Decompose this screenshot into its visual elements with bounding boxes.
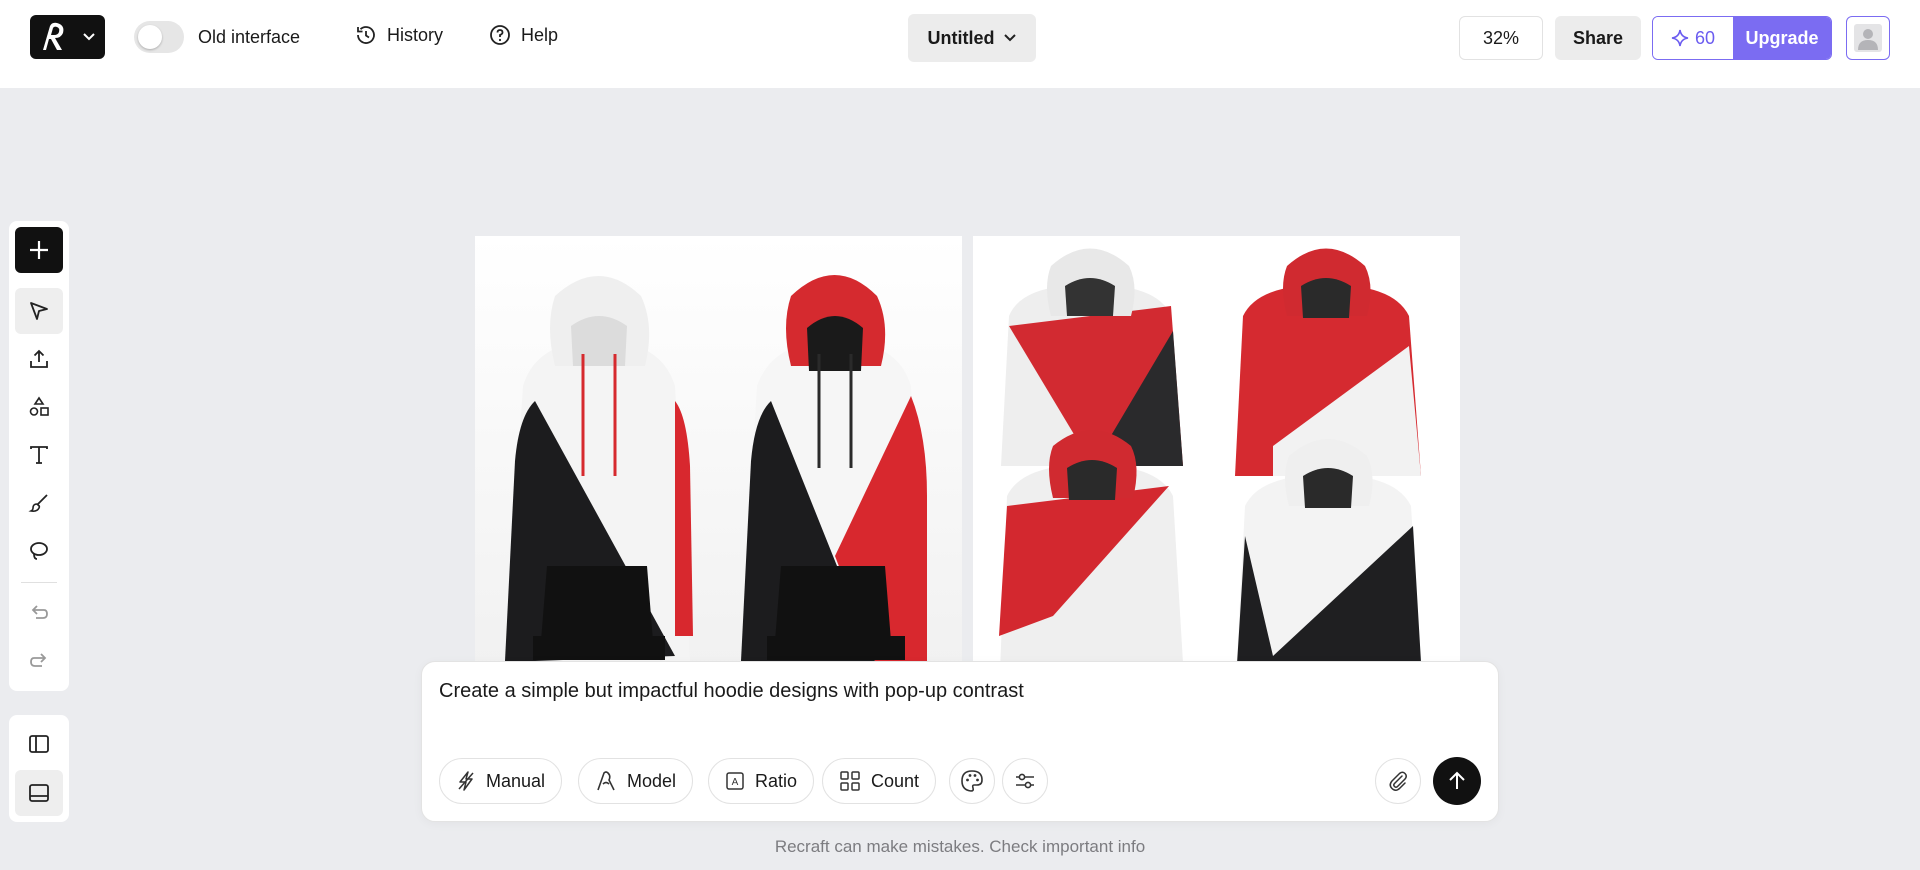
history-icon [357,26,375,44]
brush-tool[interactable] [15,480,63,526]
count-button[interactable]: Count [822,758,937,804]
chevron-down-icon [1003,34,1016,42]
model-icon [597,771,615,791]
arrow-up-icon [1449,771,1465,789]
upload-icon [30,349,48,368]
settings-sliders-button[interactable] [1002,758,1048,804]
paperclip-icon [1389,771,1407,791]
prompt-panel: Create a simple but impactful hoodie des… [421,661,1499,822]
left-toolbar [9,221,69,691]
add-button[interactable] [15,227,63,273]
text-tool[interactable] [15,432,63,478]
old-interface-label: Old interface [198,26,301,47]
avatar[interactable] [1846,16,1890,60]
upload-tool[interactable] [15,336,63,382]
panel-toolbar [9,715,69,822]
project-title-dropdown[interactable]: Untitled [908,14,1036,62]
palette-icon [961,770,983,792]
attach-button[interactable] [1375,758,1421,804]
toolbar-divider [21,582,57,583]
lasso-tool[interactable] [15,528,63,574]
select-icon [30,302,48,320]
lightning-icon [458,771,474,791]
manual-button[interactable]: Manual [439,758,563,804]
count-label: Count [871,770,920,791]
history-button[interactable]: History [355,24,443,46]
left-panel-icon [29,735,49,753]
logo-icon [43,22,64,50]
model-button[interactable]: Model [578,758,694,804]
chevron-down-icon [83,33,95,41]
credits-button[interactable]: 60 [1653,17,1733,59]
shapes-tool[interactable] [15,384,63,430]
undo-button[interactable] [15,589,63,635]
credits-count: 60 [1694,27,1716,48]
hoodie-pair-image[interactable] [475,236,962,696]
credits-upgrade-group: 60 Upgrade [1652,16,1832,60]
brush-icon [28,494,48,512]
bottom-panel-toggle[interactable] [15,770,63,816]
upgrade-button[interactable]: Upgrade [1733,17,1831,59]
disclaimer-text: Recraft can make mistakes. Check importa… [774,837,1146,856]
sliders-icon [1016,773,1034,789]
redo-button[interactable] [15,637,63,683]
old-interface-toggle-group: Old interface [134,21,300,53]
add-icon [30,241,48,259]
help-icon [490,25,510,45]
svg-text:A: A [732,777,739,788]
user-icon [1854,24,1882,52]
sparkle-icon [1671,29,1689,47]
old-interface-toggle[interactable] [134,21,184,53]
ratio-button[interactable]: A Ratio [708,758,815,804]
grid-icon [840,771,860,791]
redo-icon [30,653,47,667]
send-button[interactable] [1433,757,1481,805]
ratio-icon: A [726,772,744,790]
manual-label: Manual [486,770,546,791]
share-button[interactable]: Share [1555,16,1641,60]
undo-icon [31,605,48,619]
top-bar: Old interface History Help Untitled 32% … [0,0,1920,88]
logo-menu-button[interactable] [30,15,105,59]
style-palette-button[interactable] [949,758,995,804]
left-panel-toggle[interactable] [15,721,63,767]
prompt-input[interactable]: Create a simple but impactful hoodie des… [439,680,1024,703]
select-tool[interactable] [15,288,63,334]
project-title: Untitled [927,27,995,48]
help-button[interactable]: Help [489,24,558,46]
text-icon [30,446,48,464]
zoom-level[interactable]: 32% [1459,16,1543,60]
model-label: Model [627,770,677,791]
hoodie-grid-image[interactable] [973,236,1460,696]
ratio-label: Ratio [755,770,798,791]
bottom-panel-icon [29,784,49,802]
history-label: History [387,24,444,45]
shapes-icon [29,396,49,416]
lasso-icon [30,542,48,560]
help-label: Help [521,24,559,45]
